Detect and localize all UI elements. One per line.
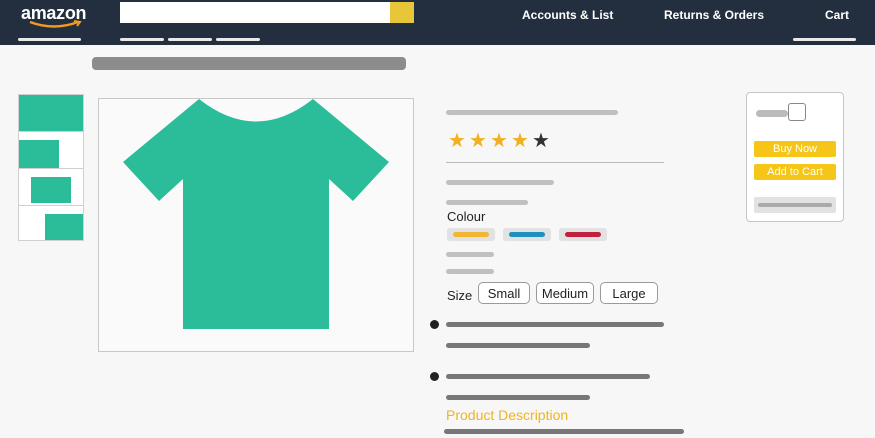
- thumbnail-image: [19, 95, 83, 131]
- accounts-lists-link[interactable]: Accounts & List: [522, 8, 613, 22]
- feature-line: [446, 374, 650, 379]
- quantity-bar: [756, 110, 788, 117]
- star-icon: ★: [448, 130, 466, 152]
- search-button[interactable]: [390, 2, 414, 23]
- colour-swatch-red[interactable]: [559, 228, 607, 241]
- star-rating[interactable]: ★ ★ ★ ★ ★: [448, 131, 558, 153]
- feature-line: [446, 343, 590, 348]
- returns-orders-link[interactable]: Returns & Orders: [664, 8, 764, 22]
- breadcrumb: [92, 57, 406, 70]
- thumbnail-image: [31, 177, 71, 203]
- size-small-button[interactable]: Small: [478, 282, 530, 304]
- swatch-color: [509, 232, 545, 237]
- info-line: [446, 200, 528, 205]
- description-line: [444, 429, 684, 434]
- swatch-color: [565, 232, 601, 237]
- colour-swatch-yellow[interactable]: [447, 228, 495, 241]
- amazon-smile-icon: [29, 20, 82, 28]
- thumbnail[interactable]: [18, 205, 84, 241]
- info-line: [446, 252, 494, 257]
- nav-placeholder[interactable]: [168, 38, 212, 41]
- add-to-cart-button[interactable]: Add to Cart: [754, 164, 836, 180]
- buy-now-button[interactable]: Buy Now: [754, 141, 836, 157]
- nav-placeholder[interactable]: [216, 38, 260, 41]
- info-line: [446, 269, 494, 274]
- feature-line: [446, 322, 664, 327]
- thumbnail[interactable]: [18, 168, 84, 206]
- quantity-checkbox[interactable]: [788, 103, 806, 121]
- wishlist-line: [758, 203, 832, 207]
- product-description-heading: Product Description: [446, 407, 569, 423]
- search-input[interactable]: [120, 2, 390, 23]
- swatch-color: [453, 232, 489, 237]
- thumbnail-image: [45, 214, 83, 240]
- cart-link[interactable]: Cart: [825, 8, 849, 22]
- bullet-icon: [430, 372, 439, 381]
- colour-swatch-blue[interactable]: [503, 228, 551, 241]
- colour-label: Colour: [447, 209, 486, 224]
- feature-line: [446, 395, 590, 400]
- main-product-image[interactable]: [98, 98, 414, 352]
- price-line: [446, 180, 554, 185]
- star-empty-icon: ★: [532, 130, 550, 152]
- bullet-icon: [430, 320, 439, 329]
- divider: [446, 162, 664, 163]
- thumbnail-image: [19, 140, 59, 168]
- star-icon: ★: [469, 130, 487, 152]
- size-large-button[interactable]: Large: [600, 282, 658, 304]
- tshirt-icon: [123, 99, 389, 329]
- star-icon: ★: [490, 130, 508, 152]
- size-label: Size: [447, 288, 473, 303]
- star-icon: ★: [511, 130, 529, 152]
- thumbnail[interactable]: [18, 131, 84, 169]
- thumbnail[interactable]: [18, 94, 84, 132]
- nav-placeholder[interactable]: [18, 38, 81, 41]
- wishlist-box[interactable]: [754, 197, 836, 213]
- nav-placeholder[interactable]: [120, 38, 164, 41]
- product-title: [446, 110, 618, 115]
- nav-placeholder[interactable]: [793, 38, 856, 41]
- size-medium-button[interactable]: Medium: [536, 282, 594, 304]
